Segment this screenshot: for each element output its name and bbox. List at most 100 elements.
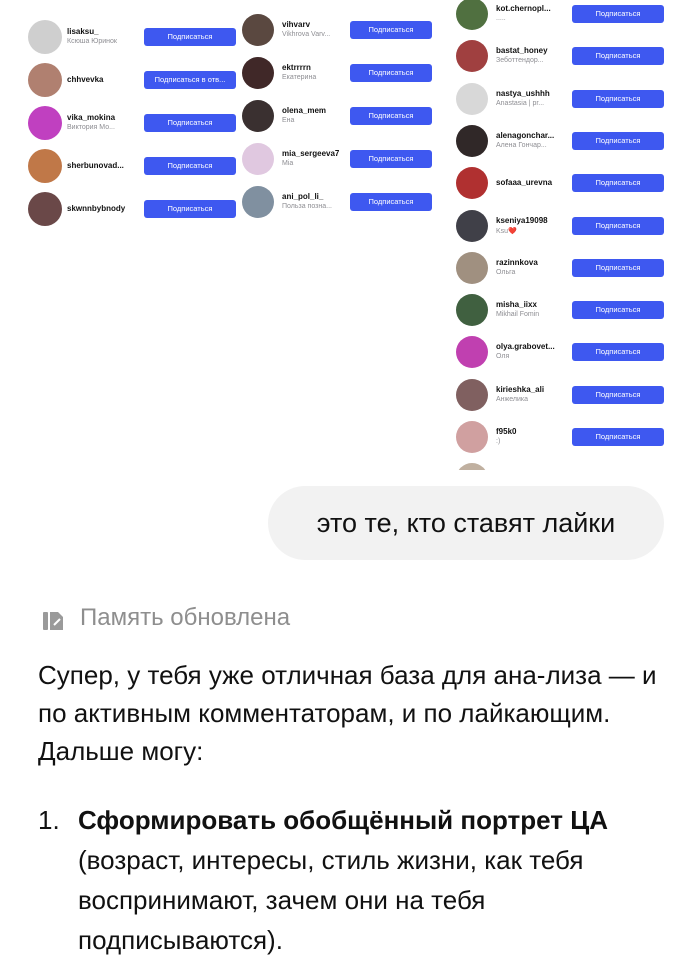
username[interactable]: chhvevka xyxy=(67,75,103,84)
display-name: Ена xyxy=(282,117,295,124)
username[interactable]: nastya_ushhh xyxy=(496,89,550,98)
username[interactable]: olya.grabovet... xyxy=(496,342,555,351)
avatar[interactable] xyxy=(456,378,488,411)
display-name: Оля xyxy=(496,353,510,361)
avatar[interactable] xyxy=(456,421,488,453)
avatar[interactable] xyxy=(242,57,274,89)
avatar[interactable] xyxy=(242,143,274,175)
assistant-list: 1. Сформировать обобщённый портрет ЦА (в… xyxy=(38,800,658,970)
avatar[interactable] xyxy=(456,251,488,284)
list-item: kot.chernopl........ Подписаться xyxy=(452,0,668,38)
follow-button[interactable]: Подписаться xyxy=(144,28,236,46)
memory-icon xyxy=(43,612,63,630)
username[interactable]: f95k0 xyxy=(496,427,516,436)
user-message-bubble: это те, кто ставят лайки xyxy=(268,486,664,560)
username[interactable]: lisaksu_ xyxy=(67,27,99,36)
follow-button[interactable]: Подписаться xyxy=(144,157,236,175)
shared-screenshot-right[interactable]: kot.chernopl........ Подписаться bastat_ho… xyxy=(452,0,668,470)
follow-button[interactable]: Подписаться xyxy=(350,64,432,82)
list-item: olena_mem Ена Подписаться xyxy=(240,100,440,140)
follow-button[interactable]: Подписаться xyxy=(572,428,664,446)
avatar[interactable] xyxy=(456,167,488,200)
username[interactable]: alenagonchar... xyxy=(496,131,554,140)
avatar[interactable] xyxy=(456,82,488,115)
display-name: Ольга xyxy=(496,268,516,276)
follow-button[interactable]: Подписаться xyxy=(572,258,664,277)
list-item-bold: Сформировать обобщённый портрет ЦА xyxy=(78,805,608,835)
list-item: mia_sergeeva7 Mia Подписаться xyxy=(240,143,440,183)
avatar[interactable] xyxy=(456,124,488,157)
display-name: ..... xyxy=(496,15,506,22)
follow-button[interactable]: Подписаться xyxy=(572,131,664,150)
assistant-paragraph: Супер, у тебя уже отличная база для ана-… xyxy=(38,660,657,766)
username[interactable]: olena_mem xyxy=(282,106,326,115)
avatar[interactable] xyxy=(242,100,274,132)
username[interactable]: vika_mokina xyxy=(67,113,115,122)
avatar[interactable] xyxy=(456,463,488,470)
display-name: Алена Гончар... xyxy=(496,141,547,149)
avatar[interactable] xyxy=(456,294,488,327)
list-item: kseniya19098 Ksu❤️ Подписаться xyxy=(452,209,668,250)
avatar[interactable] xyxy=(28,149,62,183)
display-name: Anastasia | pr... xyxy=(496,99,545,107)
shared-screenshot-left[interactable]: lisaksu_ Ксюша Юринок Подписаться chhvevka П… xyxy=(24,2,240,226)
follow-button[interactable]: Подписаться xyxy=(572,47,664,66)
memory-updated-label[interactable]: Память обновлена xyxy=(80,604,290,632)
username[interactable]: bastat_honey xyxy=(496,46,548,55)
avatar[interactable] xyxy=(28,20,62,54)
list-item: vika_mokina Виктория Мо... Подписаться xyxy=(24,106,240,146)
avatar[interactable] xyxy=(28,192,62,226)
username[interactable]: ani_pol_li_ xyxy=(282,192,323,201)
avatar[interactable] xyxy=(28,106,62,140)
list-item: f95k0:) Подписаться xyxy=(452,421,668,461)
avatar[interactable] xyxy=(456,0,488,30)
follow-button[interactable]: Подписаться xyxy=(144,200,236,218)
display-name: Ксюша Юринок xyxy=(67,38,117,45)
avatar[interactable] xyxy=(28,63,62,97)
username[interactable]: mia_sergeeva7 xyxy=(282,149,339,158)
list-item: ani_pol_li_ Польза позна... Подписаться xyxy=(240,186,440,226)
list-item: kirieshka_ali Анжелика Подписаться xyxy=(452,378,668,419)
shared-screenshot-middle[interactable]: vihvarv Vikhrova Varv... Подписаться ektrrr… xyxy=(240,2,440,234)
list-item: skwnnbybnody Подписаться xyxy=(24,192,240,226)
avatar[interactable] xyxy=(456,336,488,369)
follow-button[interactable]: Подписаться xyxy=(572,89,664,108)
username[interactable]: kirieshka_ali xyxy=(496,385,544,394)
follow-button[interactable]: Подписаться xyxy=(572,301,664,320)
follow-button[interactable]: Подписаться xyxy=(350,107,432,125)
username[interactable]: misha_iixx xyxy=(496,300,537,309)
list-item: chhvevka Подписаться в отв... xyxy=(24,63,240,103)
username[interactable]: sofaaa_urevna xyxy=(496,178,552,187)
follow-button[interactable]: Подписаться xyxy=(350,193,432,211)
follow-button[interactable]: Подписаться xyxy=(572,343,664,362)
list-item: razinnkova Ольга Подписаться xyxy=(452,251,668,292)
display-name: Виктория Мо... xyxy=(67,124,115,131)
list-item: bastat_honey Зеботтендор... Подписаться xyxy=(452,40,668,80)
username[interactable]: kseniya19098 xyxy=(496,216,548,225)
username[interactable]: skwnnbybnody xyxy=(67,204,125,213)
avatar[interactable] xyxy=(456,40,488,73)
list-item: lisaksu_ Ксюша Юринок Подписаться xyxy=(24,20,240,60)
follow-button[interactable]: Подписаться в отв... xyxy=(144,71,236,89)
display-name: Зеботтендор... xyxy=(496,57,544,65)
list-item: ektrrrrn Екатерина Подписаться xyxy=(240,57,440,97)
username[interactable]: kot.chernopl... xyxy=(496,4,551,13)
username[interactable]: razinnkova xyxy=(496,258,538,267)
follow-button[interactable]: Подписаться xyxy=(572,385,664,404)
display-name: Екатерина xyxy=(282,74,317,81)
username[interactable]: sherbunovad... xyxy=(67,161,124,170)
follow-button[interactable]: Подписаться xyxy=(350,150,432,168)
avatar[interactable] xyxy=(242,14,274,46)
username[interactable]: vihvarv xyxy=(282,20,310,29)
avatar[interactable] xyxy=(456,209,488,242)
follow-button[interactable]: Подписаться xyxy=(572,174,664,193)
follow-button[interactable]: Подписаться xyxy=(572,216,664,235)
list-item: olya.grabovet... Оля Подписаться xyxy=(452,336,668,376)
avatar[interactable] xyxy=(242,186,274,218)
username[interactable]: ektrrrrn xyxy=(282,63,311,72)
follow-button[interactable]: Подписаться xyxy=(350,21,432,39)
list-item-text: Сформировать обобщённый портрет ЦА (возр… xyxy=(78,800,638,960)
list-item-detail: (возраст, интересы, стиль жизни, как теб… xyxy=(78,845,584,955)
follow-button[interactable]: Подписаться xyxy=(572,5,664,23)
follow-button[interactable]: Подписаться xyxy=(144,114,236,132)
